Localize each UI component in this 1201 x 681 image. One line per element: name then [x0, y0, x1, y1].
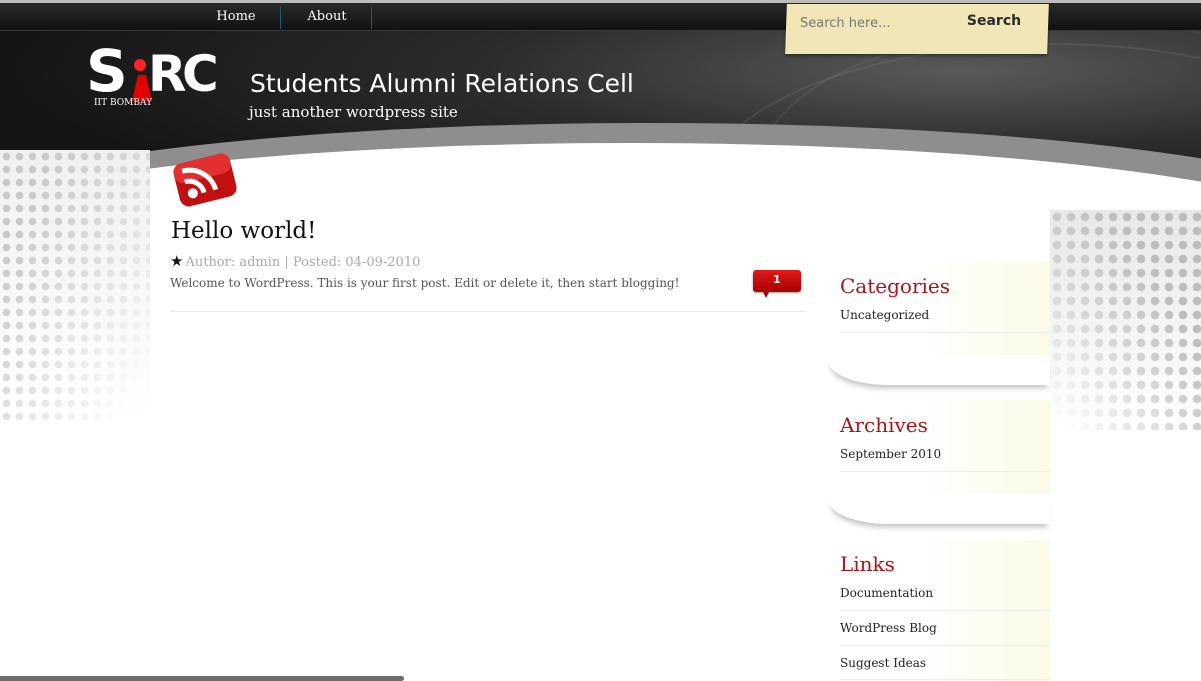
- site-title[interactable]: Students Alumni Relations Cell: [250, 69, 634, 98]
- widget-curl: [828, 355, 1050, 385]
- halftone-left: [0, 150, 150, 420]
- comment-bubble-tail: [762, 290, 770, 298]
- star-icon: ★: [170, 252, 184, 270]
- widget-title-archives: Archives: [840, 413, 928, 437]
- site-tagline: just another wordpress site: [249, 103, 458, 121]
- widget-divider: [840, 679, 1050, 680]
- widget-divider: [840, 610, 1050, 611]
- widget-title-links: Links: [840, 552, 895, 576]
- svg-text:S: S: [86, 39, 128, 105]
- nav-about-link[interactable]: About: [288, 3, 366, 30]
- comment-bubble-icon[interactable]: 1: [753, 270, 801, 292]
- nav-separator: [371, 7, 372, 29]
- post-excerpt: Welcome to WordPress. This is your first…: [170, 276, 680, 290]
- widget-divider: [840, 332, 1050, 333]
- sarc-logo[interactable]: S R C IIT BOMBAY: [86, 39, 226, 109]
- widget-title-categories: Categories: [840, 274, 950, 298]
- svg-text:C: C: [182, 45, 219, 103]
- nav-home-link[interactable]: Home: [196, 3, 276, 30]
- horizontal-scrollbar[interactable]: [0, 676, 404, 681]
- halftone-right: [1050, 210, 1201, 430]
- post-divider: [170, 311, 806, 312]
- post-meta-text: Author: admin | Posted: 04-09-2010: [185, 255, 421, 270]
- search-input[interactable]: [800, 12, 960, 34]
- logo-subtext: IIT BOMBAY: [94, 98, 153, 108]
- widget-curl: [828, 494, 1050, 524]
- archive-link[interactable]: September 2010: [840, 447, 941, 461]
- link-documentation[interactable]: Documentation: [840, 586, 933, 600]
- search-button[interactable]: Search: [962, 10, 1026, 32]
- widget-divider: [840, 471, 1050, 472]
- category-link[interactable]: Uncategorized: [840, 308, 929, 322]
- post-title[interactable]: Hello world!: [171, 218, 316, 244]
- comment-count: 1: [773, 273, 781, 286]
- svg-text:R: R: [148, 45, 187, 103]
- widget-divider: [840, 645, 1050, 646]
- link-suggest-ideas[interactable]: Suggest Ideas: [840, 656, 926, 670]
- link-wordpress-blog[interactable]: WordPress Blog: [840, 621, 937, 635]
- rss-feed-icon[interactable]: [170, 152, 240, 208]
- nav-separator: [280, 7, 281, 29]
- post-meta: ★ Author: admin | Posted: 04-09-2010: [170, 252, 420, 270]
